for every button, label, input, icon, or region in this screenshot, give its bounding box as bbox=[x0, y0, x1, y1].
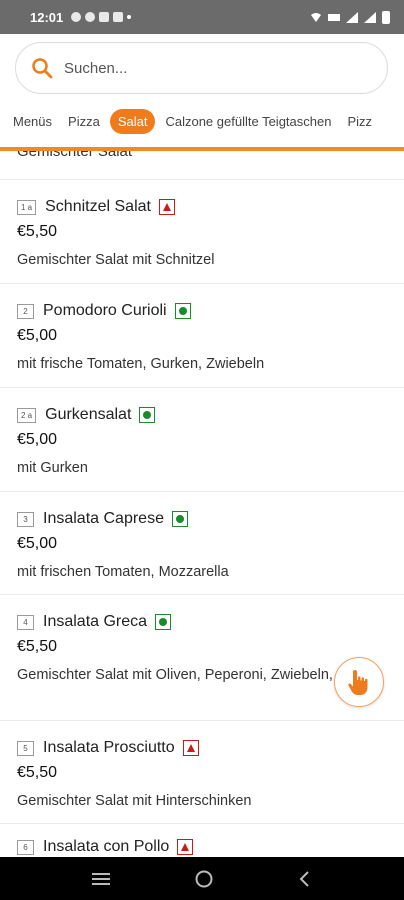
category-tabs: Menüs Pizza Salat Calzone gefüllte Teigt… bbox=[0, 106, 404, 136]
item-price: €5,50 bbox=[17, 764, 58, 781]
list-item[interactable]: 6 Insalata con Pollo bbox=[0, 823, 404, 857]
signal-icon bbox=[346, 11, 358, 23]
item-name: Insalata Prosciutto bbox=[43, 739, 175, 756]
meat-badge-icon bbox=[182, 740, 199, 756]
item-name: Insalata con Pollo bbox=[43, 838, 170, 855]
item-name: Gurkensalat bbox=[45, 406, 132, 423]
item-name: Pomodoro Curioli bbox=[43, 302, 167, 319]
delivery-icon bbox=[113, 12, 124, 22]
list-item[interactable]: 2 Pomodoro Curioli €5,00 mit frische Tom… bbox=[0, 283, 404, 387]
search-input[interactable] bbox=[64, 59, 344, 77]
settings-icon bbox=[85, 12, 96, 22]
veg-badge-icon bbox=[155, 614, 172, 630]
list-item[interactable]: 5 Insalata Prosciutto €5,50 Gemischter S… bbox=[0, 720, 404, 823]
volte-icon bbox=[328, 13, 340, 21]
meat-badge-icon bbox=[177, 839, 194, 855]
item-price: €5,00 bbox=[17, 327, 58, 344]
search-icon[interactable] bbox=[30, 56, 54, 80]
item-description: mit frische Tomaten, Gurken, Zwiebeln bbox=[17, 356, 265, 372]
list-item[interactable]: 2 a Gurkensalat €5,00 mit Gurken bbox=[0, 387, 404, 491]
cloud-icon bbox=[71, 12, 82, 22]
item-description: mit Gurken bbox=[17, 460, 88, 476]
veg-badge-icon bbox=[174, 303, 191, 319]
item-description: Gemischter Salat mit Hinterschinken bbox=[17, 793, 252, 809]
item-number: 5 bbox=[17, 740, 34, 756]
item-price: €5,00 bbox=[17, 535, 58, 552]
home-icon[interactable] bbox=[194, 869, 214, 889]
status-time: 12:01 bbox=[30, 9, 64, 25]
item-name: Schnitzel Salat bbox=[45, 198, 151, 215]
item-price: €5,50 bbox=[17, 638, 58, 655]
item-name: Insalata Caprese bbox=[43, 510, 164, 527]
more-dot-icon bbox=[127, 15, 132, 19]
meat-badge-icon bbox=[158, 199, 175, 215]
item-description: Gemischter Salat mit Oliven, Peperoni, Z… bbox=[17, 667, 366, 683]
tab-salat[interactable]: Salat bbox=[109, 108, 156, 134]
tab-pizza-more[interactable]: Pizz bbox=[341, 109, 378, 134]
item-description: Gemischter Salat mit Schnitzel bbox=[17, 252, 215, 268]
item-number: 1 a bbox=[17, 199, 37, 215]
menu-icon[interactable] bbox=[91, 871, 111, 887]
system-nav-bar bbox=[0, 857, 404, 900]
search-bar[interactable] bbox=[15, 42, 388, 94]
veg-badge-icon bbox=[139, 407, 156, 423]
fab-button[interactable] bbox=[334, 657, 384, 707]
tab-pizza[interactable]: Pizza bbox=[62, 109, 106, 134]
item-number: 4 bbox=[17, 614, 34, 630]
item-price: €5,00 bbox=[17, 431, 58, 448]
item-price: €5,50 bbox=[17, 223, 58, 240]
notification-icons bbox=[71, 12, 132, 22]
tab-menus[interactable]: Menüs bbox=[13, 109, 58, 134]
hand-pointer-icon bbox=[348, 670, 368, 695]
item-number: 2 bbox=[17, 303, 34, 319]
previous-item-desc: Gemischter Salat bbox=[17, 151, 133, 160]
list-item[interactable]: 1 a Schnitzel Salat €5,50 Gemischter Sal… bbox=[0, 179, 404, 283]
battery-icon bbox=[382, 10, 390, 24]
item-name: Insalata Greca bbox=[43, 613, 148, 630]
header: Menüs Pizza Salat Calzone gefüllte Teigt… bbox=[0, 34, 404, 151]
list-item[interactable]: 3 Insalata Caprese €5,00 mit frischen To… bbox=[0, 491, 404, 594]
menu-list[interactable]: Gemischter Salat 1 a Schnitzel Salat €5,… bbox=[0, 151, 404, 857]
back-icon[interactable] bbox=[297, 870, 313, 888]
item-number: 2 a bbox=[17, 407, 37, 423]
image-icon bbox=[99, 12, 110, 22]
signal-2-icon bbox=[364, 11, 376, 23]
wifi-icon bbox=[311, 12, 321, 22]
item-description: mit frischen Tomaten, Mozzarella bbox=[17, 564, 229, 580]
status-bar: 12:01 bbox=[0, 0, 404, 34]
item-number: 6 bbox=[17, 839, 34, 855]
item-number: 3 bbox=[17, 511, 34, 527]
veg-badge-icon bbox=[171, 511, 188, 527]
system-icons bbox=[310, 10, 390, 24]
tab-calzone[interactable]: Calzone gefüllte Teigtaschen bbox=[159, 109, 337, 134]
